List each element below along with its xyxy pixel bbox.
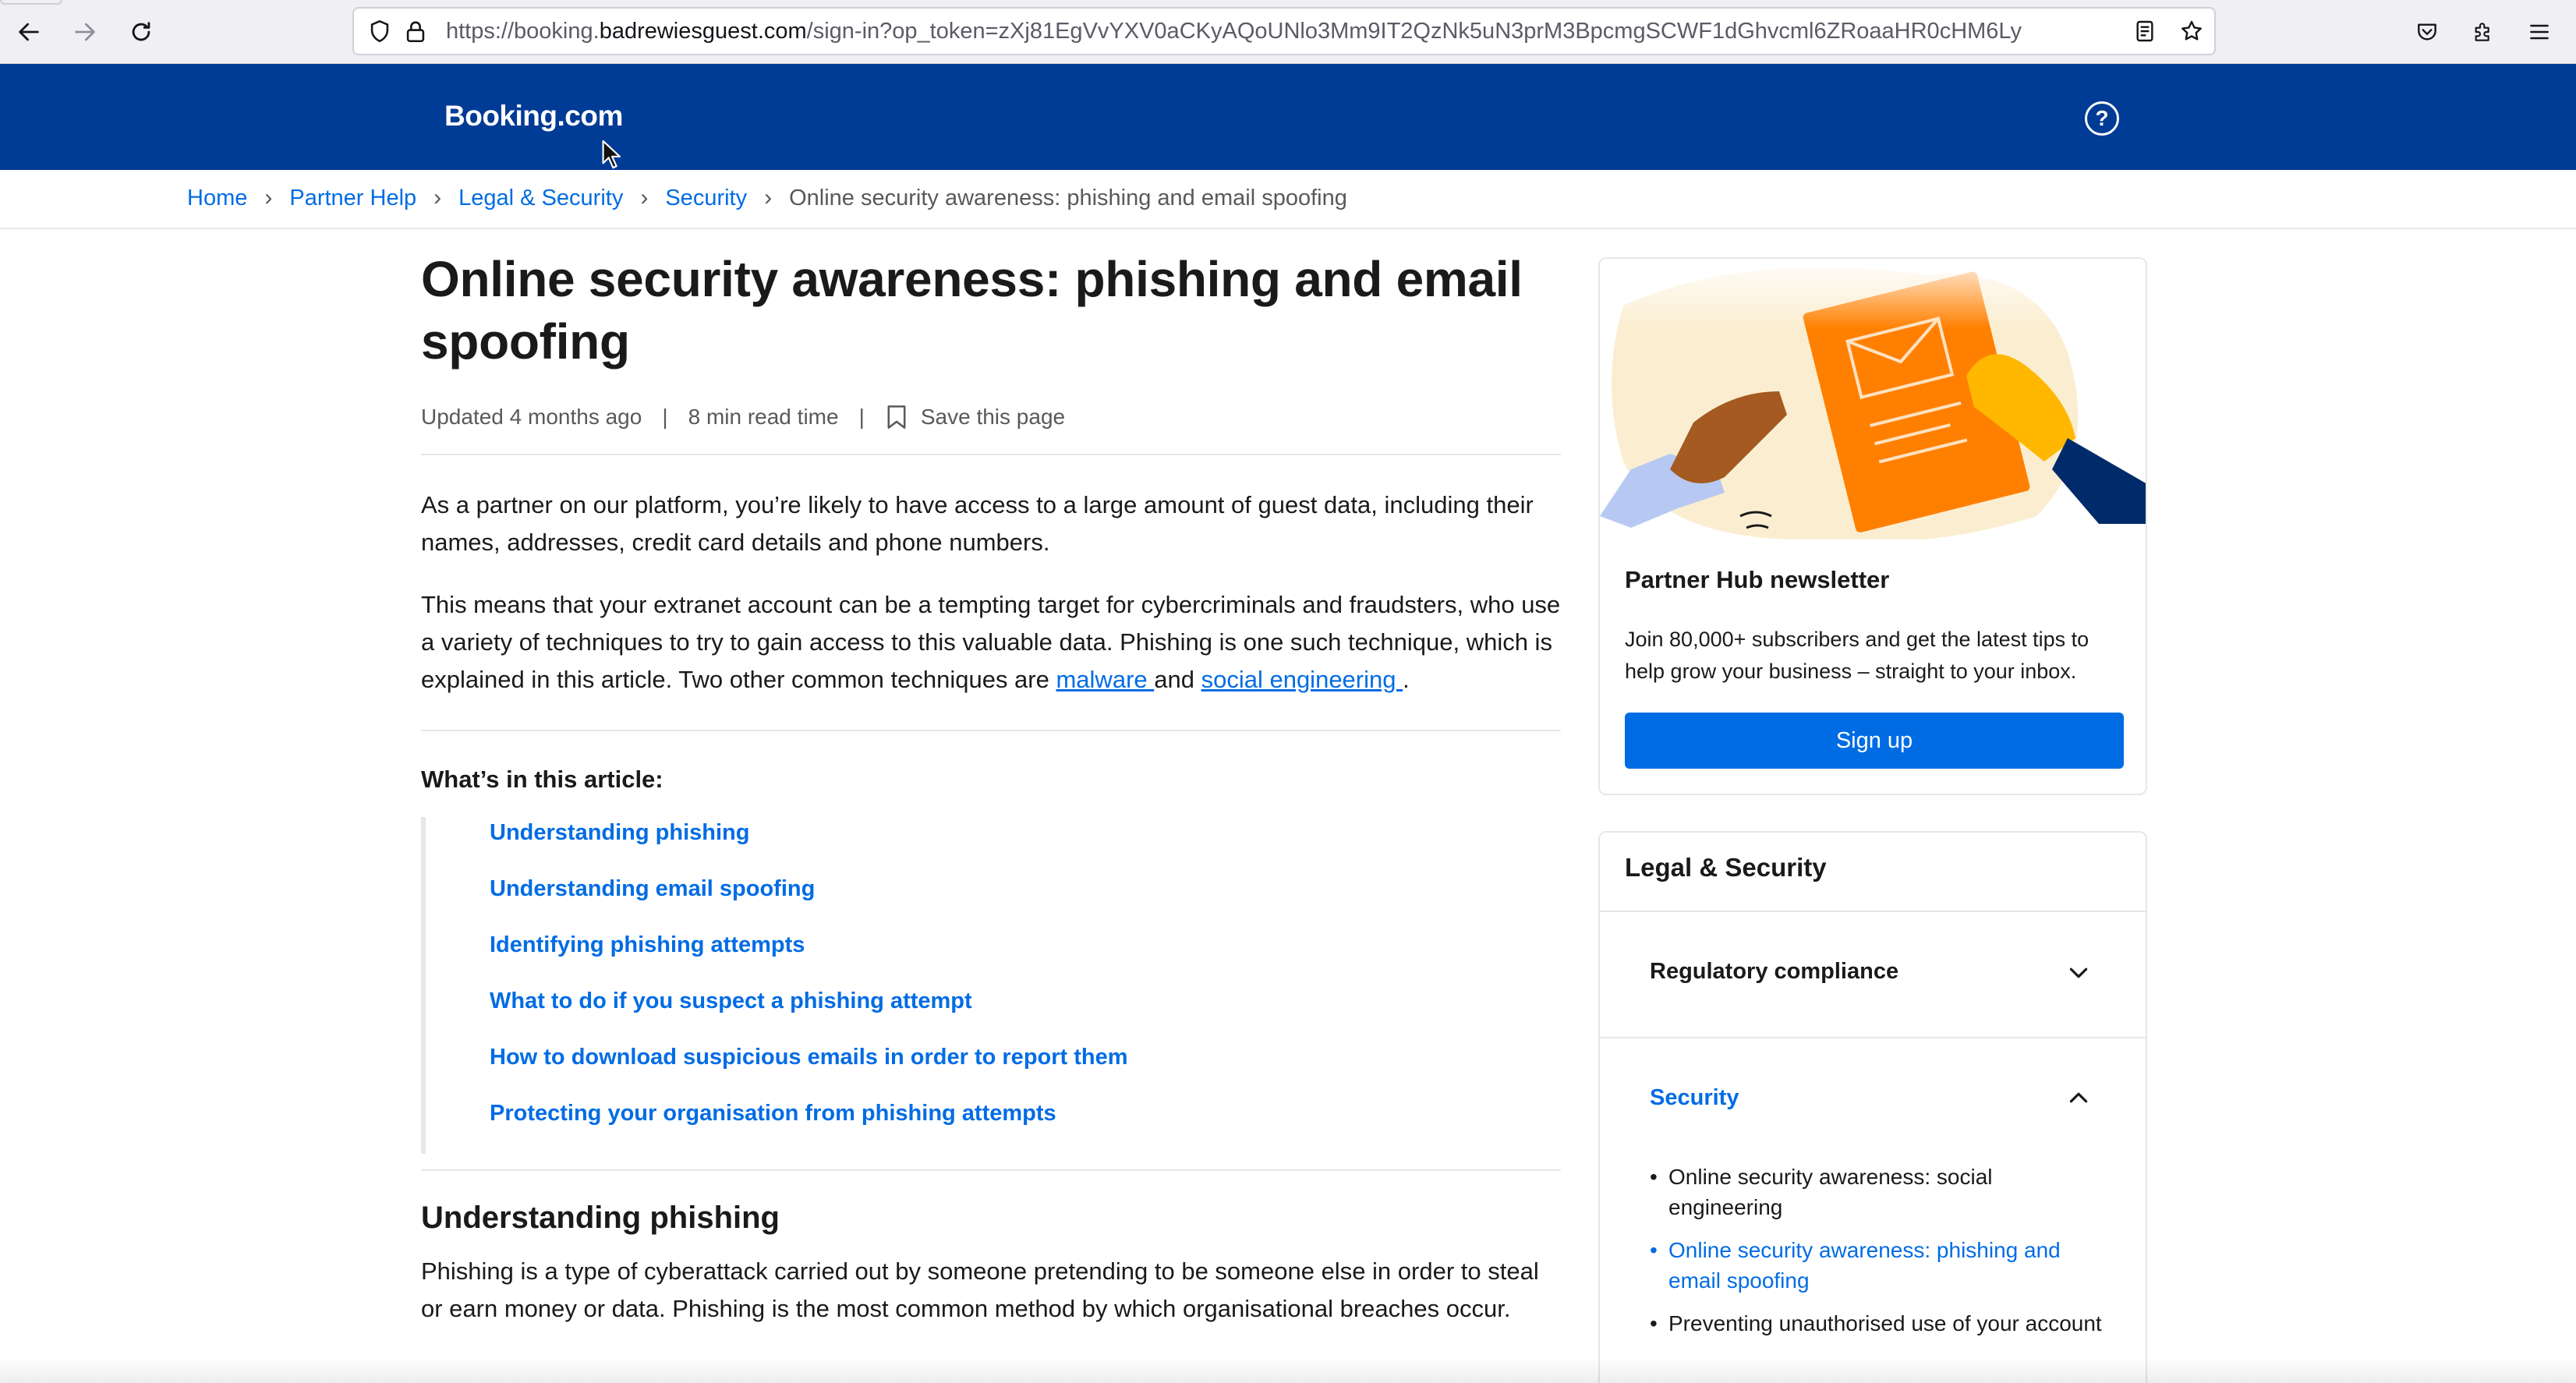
url-domain: badrewiesguest.com <box>599 18 807 44</box>
toc-link-protecting-organisation[interactable]: Protecting your organisation from phishi… <box>490 1098 1561 1154</box>
divider <box>1600 911 2146 912</box>
tab-strip-edge <box>0 0 62 5</box>
newsletter-illustration <box>1600 259 2146 539</box>
techniques-paragraph: This means that your extranet account ca… <box>421 586 1561 699</box>
toc-link-understanding-phishing[interactable]: Understanding phishing <box>490 817 1561 873</box>
newsletter-card: Partner Hub newsletter Join 80,000+ subs… <box>1598 257 2147 795</box>
page-title: Online security awareness: phishing and … <box>421 251 1523 370</box>
breadcrumb-separator: › <box>640 185 649 210</box>
address-bar-actions <box>2130 16 2206 46</box>
divider <box>421 730 1561 731</box>
breadcrumb-separator: › <box>433 185 442 210</box>
malware-link[interactable]: malware <box>1056 666 1154 693</box>
reload-button[interactable] <box>123 14 159 50</box>
toc-link-suspect-phishing[interactable]: What to do if you suspect a phishing att… <box>490 985 1561 1042</box>
menu-icon[interactable] <box>2521 14 2557 50</box>
lock-icon[interactable] <box>401 16 430 46</box>
back-button[interactable] <box>11 14 47 50</box>
toc-link-understanding-email-spoofing[interactable]: Understanding email spoofing <box>490 873 1561 929</box>
shield-icon[interactable] <box>365 16 395 46</box>
forward-button[interactable] <box>67 14 103 50</box>
read-time: 8 min read time <box>688 405 839 429</box>
save-page-button[interactable]: Save this page <box>885 404 1065 430</box>
chevron-down-icon[interactable] <box>2066 960 2091 985</box>
sidebar-item-social-engineering[interactable]: Online security awareness: social engine… <box>1650 1162 2102 1222</box>
newsletter-text: Join 80,000+ subscribers and get the lat… <box>1625 628 2089 683</box>
legal-security-nav: Legal & Security Regulatory compliance S… <box>1598 831 2147 1383</box>
url-prefix: https://booking. <box>446 18 600 44</box>
bookmark-star-icon[interactable] <box>2177 16 2206 46</box>
breadcrumb-divider <box>0 228 2576 229</box>
breadcrumb-separator: › <box>764 185 773 210</box>
arrow-left-icon <box>19 23 39 41</box>
reload-icon <box>132 22 150 41</box>
intro-paragraph: As a partner on our platform, you’re lik… <box>421 491 1534 556</box>
breadcrumb: Home › Partner Help › Legal & Security ›… <box>187 182 1347 214</box>
article: Online security awareness: phishing and … <box>421 248 1561 1328</box>
pocket-icon[interactable] <box>2409 14 2445 50</box>
sidebar-item-phishing-spoofing[interactable]: Online security awareness: phishing and … <box>1650 1235 2102 1296</box>
table-of-contents: Understanding phishing Understanding ema… <box>421 817 1561 1154</box>
paragraph-text: and <box>1154 666 1201 693</box>
breadcrumb-home[interactable]: Home <box>187 186 247 211</box>
breadcrumb-current: Online security awareness: phishing and … <box>789 185 1347 210</box>
breadcrumb-partner-help[interactable]: Partner Help <box>289 186 416 211</box>
paragraph-text: . <box>1403 666 1410 693</box>
save-page-label: Save this page <box>920 405 1066 429</box>
article-meta: Updated 4 months ago | 8 min read time |… <box>421 404 1561 430</box>
breadcrumb-legal-security[interactable]: Legal & Security <box>458 186 623 211</box>
bookmark-icon <box>887 405 906 429</box>
toc-title: What’s in this article: <box>421 766 663 793</box>
section-heading: Understanding phishing <box>421 1201 780 1235</box>
url-text[interactable]: https://booking.badrewiesguest.com/sign-… <box>446 19 2107 44</box>
divider <box>421 454 1561 455</box>
address-bar[interactable]: https://booking.badrewiesguest.com/sign-… <box>352 7 2216 55</box>
toolbar-right <box>2409 14 2557 50</box>
accordion-regulatory-compliance[interactable]: Regulatory compliance <box>1650 959 1898 985</box>
breadcrumb-separator: › <box>264 185 273 210</box>
booking-logo[interactable]: Booking.com <box>444 100 623 133</box>
arrow-right-icon <box>75 23 95 41</box>
help-icon[interactable]: ? <box>2085 101 2119 136</box>
newsletter-title: Partner Hub newsletter <box>1625 566 1890 593</box>
sidebar-title: Legal & Security <box>1625 853 1827 882</box>
breadcrumb-security[interactable]: Security <box>665 186 747 211</box>
social-engineering-link[interactable]: social engineering <box>1201 666 1403 693</box>
close-icon[interactable] <box>2085 287 2116 318</box>
viewport-bottom-shadow <box>0 1356 2576 1383</box>
site-header: Booking.com <box>0 64 2576 170</box>
security-article-list: Online security awareness: social engine… <box>1650 1162 2102 1351</box>
section-paragraph: Phishing is a type of cyberattack carrie… <box>421 1257 1539 1322</box>
updated-text: Updated 4 months ago <box>421 405 642 429</box>
meta-separator: | <box>858 405 865 429</box>
toc-link-identifying-phishing[interactable]: Identifying phishing attempts <box>490 929 1561 985</box>
sidebar-item-unauthorised-use[interactable]: Preventing unauthorised use of your acco… <box>1650 1308 2102 1339</box>
mouse-cursor-icon <box>602 140 621 169</box>
chevron-up-icon[interactable] <box>2066 1085 2091 1110</box>
sign-up-button[interactable]: Sign up <box>1625 713 2124 769</box>
reader-view-icon[interactable] <box>2130 16 2160 46</box>
extensions-icon[interactable] <box>2465 14 2501 50</box>
accordion-security[interactable]: Security <box>1650 1085 1739 1111</box>
browser-toolbar: https://booking.badrewiesguest.com/sign-… <box>0 0 2576 64</box>
divider <box>421 1169 1561 1171</box>
url-path: /sign-in?op_token=zXj81EgVvYXV0aCKyAQoUN… <box>806 18 2022 44</box>
meta-separator: | <box>662 405 668 429</box>
toc-link-download-emails[interactable]: How to download suspicious emails in ord… <box>490 1042 1561 1098</box>
divider <box>1600 1037 2146 1038</box>
